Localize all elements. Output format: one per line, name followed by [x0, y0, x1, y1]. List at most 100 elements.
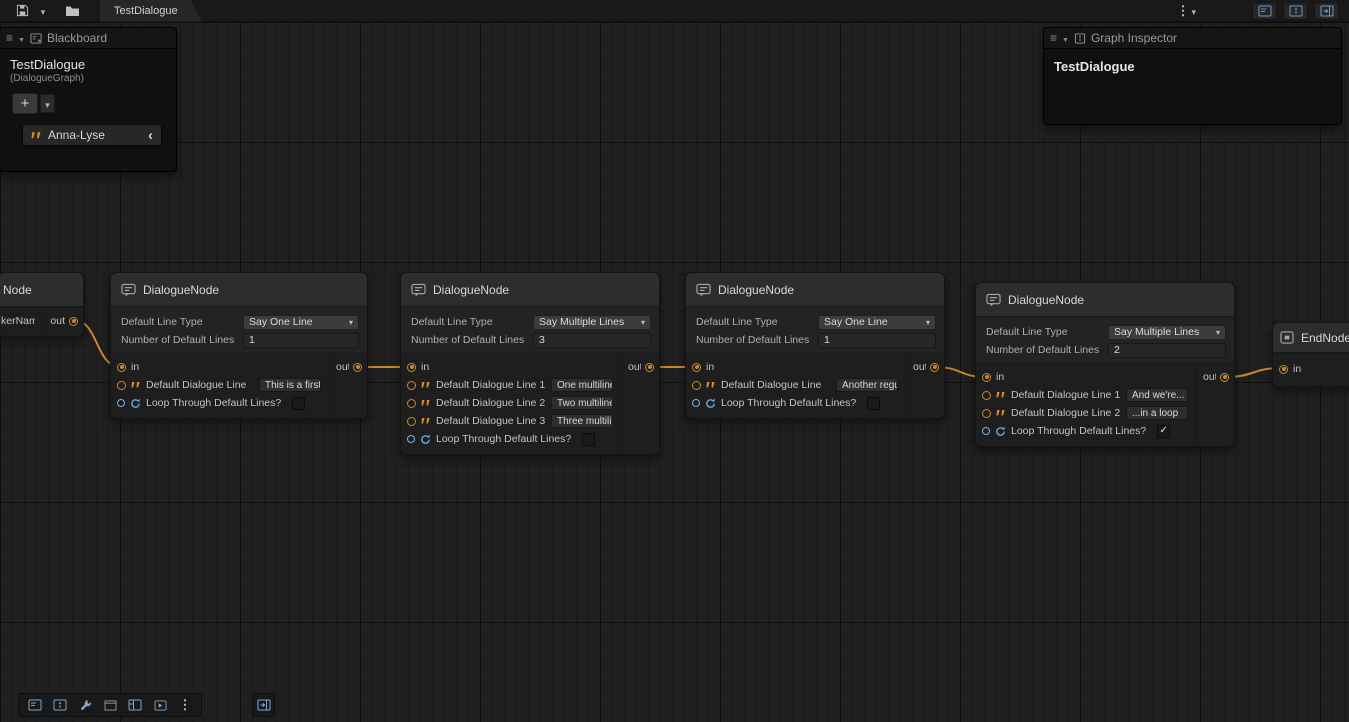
out-port[interactable] — [645, 363, 654, 372]
prop-label: Number of Default Lines — [409, 334, 533, 346]
line-type-dropdown[interactable]: Say One Line — [818, 315, 936, 330]
quote-icon — [421, 381, 431, 389]
out-port[interactable] — [353, 363, 362, 372]
dialogue-line-field[interactable]: This is a first — [259, 378, 321, 392]
overflow-menu-button[interactable] — [1172, 1, 1200, 21]
blackboard-panel[interactable]: Blackboard TestDialogue (DialogueGraph) … — [0, 27, 177, 172]
kebab-menu-icon — [179, 696, 192, 714]
toggle-preview-panel-button[interactable] — [1314, 2, 1339, 20]
node-title[interactable]: DialogueNode — [686, 273, 944, 307]
node-title[interactable]: DialogueNode — [401, 273, 659, 307]
dialogue-node-4[interactable]: DialogueNode Default Line Type Say Multi… — [975, 282, 1235, 447]
dialogue-line-field[interactable]: Two multiline — [551, 396, 613, 410]
loop-checkbox[interactable] — [867, 397, 880, 410]
out-port[interactable] — [69, 317, 78, 326]
side-panel-icon — [1320, 5, 1334, 17]
dialogue-node-1[interactable]: DialogueNode Default Line Type Say One L… — [110, 272, 368, 419]
dialogue-line-field[interactable]: ...in a loop — [1126, 406, 1188, 420]
line-port[interactable] — [982, 391, 991, 400]
inspector-icon — [1074, 33, 1086, 44]
toolbar-overflow-button[interactable] — [174, 695, 196, 715]
blackboard-icon — [30, 33, 42, 44]
line-label: Default Dialogue Line — [146, 379, 246, 391]
prop-label: Number of Default Lines — [984, 344, 1108, 356]
line-type-dropdown[interactable]: Say One Line — [243, 315, 359, 330]
dialogue-node-3[interactable]: DialogueNode Default Line Type Say One L… — [685, 272, 945, 419]
num-default-lines-field[interactable]: 1 — [818, 333, 936, 348]
blackboard-toggle-button[interactable] — [24, 695, 46, 715]
toggle-blackboard-button[interactable] — [1252, 2, 1277, 20]
in-port-label: in — [421, 361, 429, 373]
drag-handle-icon[interactable] — [6, 31, 13, 45]
add-property-button[interactable]: + — [12, 93, 38, 114]
line-port[interactable] — [982, 409, 991, 418]
in-port-label: in — [996, 371, 1004, 383]
dialogue-line-field[interactable]: And we're... — [1126, 388, 1188, 402]
dialogue-line-field[interactable]: Three multili — [551, 414, 613, 428]
graph-tab[interactable]: TestDialogue — [100, 0, 202, 22]
open-asset-button[interactable] — [61, 1, 84, 21]
tools-button[interactable] — [74, 695, 96, 715]
dialogue-node-2[interactable]: DialogueNode Default Line Type Say Multi… — [400, 272, 660, 455]
node-title[interactable]: EndNode — [1273, 323, 1349, 353]
node-title[interactable]: DialogueNode — [976, 283, 1234, 317]
save-button[interactable] — [12, 1, 33, 21]
in-port[interactable] — [692, 363, 701, 372]
loop-port[interactable] — [692, 399, 700, 407]
out-port[interactable] — [1220, 373, 1229, 382]
num-default-lines-field[interactable]: 3 — [533, 333, 651, 348]
line-type-dropdown[interactable]: Say Multiple Lines — [1108, 325, 1226, 340]
add-property-dropdown[interactable] — [40, 94, 55, 113]
prop-label: Default Line Type — [409, 316, 533, 328]
end-node[interactable]: EndNode in — [1272, 322, 1349, 387]
line-label: Default Dialogue Line 2 — [436, 397, 545, 409]
inspector-toggle-button[interactable] — [49, 695, 71, 715]
inspector-graph-name: TestDialogue — [1044, 49, 1341, 74]
in-port[interactable] — [407, 363, 416, 372]
loop-icon — [420, 434, 431, 445]
window-icon — [104, 700, 117, 711]
loop-checkbox[interactable]: ✓ — [1157, 425, 1170, 438]
speaker-node[interactable]: Node kerName out — [0, 272, 84, 337]
chevron-down-icon — [1216, 326, 1220, 338]
save-icon — [16, 4, 29, 17]
node-title[interactable]: Node — [0, 273, 83, 307]
in-port[interactable] — [982, 373, 991, 382]
loop-checkbox[interactable] — [292, 397, 305, 410]
collapse-chevron-icon[interactable] — [148, 127, 153, 144]
line-port[interactable] — [117, 381, 126, 390]
save-options-button[interactable] — [33, 1, 53, 21]
out-port[interactable] — [930, 363, 939, 372]
num-default-lines-field[interactable]: 2 — [1108, 343, 1226, 358]
line-port[interactable] — [407, 381, 416, 390]
loop-checkbox[interactable] — [582, 433, 595, 446]
dialogue-line-field[interactable]: Another regu — [836, 378, 898, 392]
foldout-arrow-icon[interactable] — [1062, 31, 1069, 45]
prop-label: Default Line Type — [984, 326, 1108, 338]
num-default-lines-field[interactable]: 1 — [243, 333, 359, 348]
end-node-icon — [1280, 331, 1294, 344]
preview-button[interactable] — [149, 695, 171, 715]
loop-port[interactable] — [117, 399, 125, 407]
toggle-inspector-button[interactable] — [1283, 2, 1308, 20]
exposed-property-anna-lyse[interactable]: Anna-Lyse — [22, 124, 162, 146]
in-port[interactable] — [1279, 365, 1288, 374]
window-button[interactable] — [99, 695, 121, 715]
loop-port[interactable] — [982, 427, 990, 435]
blackboard-graph-type: (DialogueGraph) — [0, 72, 176, 84]
line-type-dropdown[interactable]: Say Multiple Lines — [533, 315, 651, 330]
graph-inspector-panel[interactable]: Graph Inspector TestDialogue — [1043, 27, 1342, 125]
quote-icon — [996, 409, 1006, 417]
detached-panel-button[interactable] — [252, 693, 275, 717]
line-port[interactable] — [692, 381, 701, 390]
dialogue-line-field[interactable]: One multiline — [551, 378, 613, 392]
foldout-arrow-icon[interactable] — [18, 31, 25, 45]
chevron-down-icon — [45, 95, 50, 113]
loop-port[interactable] — [407, 435, 415, 443]
line-port[interactable] — [407, 417, 416, 426]
node-title[interactable]: DialogueNode — [111, 273, 367, 307]
line-port[interactable] — [407, 399, 416, 408]
in-port[interactable] — [117, 363, 126, 372]
drag-handle-icon[interactable] — [1050, 31, 1057, 45]
board-panel-button[interactable] — [124, 695, 146, 715]
